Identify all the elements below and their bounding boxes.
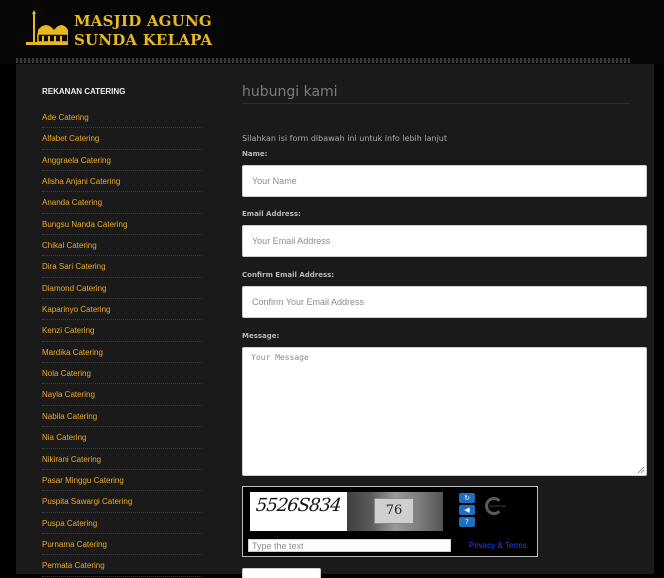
catering-list-item: Kenzi Catering [42,320,202,342]
captcha-input[interactable] [248,539,451,552]
catering-list-item: Diamond Catering [42,278,202,300]
logo-line-1: MASJID AGUNG [74,12,212,30]
captcha-code-text: 5526S834 [254,495,342,516]
captcha-help-icon[interactable]: ? [459,517,475,527]
catering-list-item: Mardika Catering [42,342,202,364]
catering-link[interactable]: Ananda Catering [42,198,102,207]
catering-list-item: Nabila Catering [42,406,202,428]
catering-link[interactable]: Nabila Catering [42,412,97,421]
header-divider [16,58,630,63]
catering-link[interactable]: Bungsu Nanda Catering [42,220,127,229]
catering-list-item: Dira Sari Catering [42,256,202,278]
catering-list: Ade Catering Alfabet Catering Anggraela Ca… [42,107,202,577]
name-label: Name: [242,150,268,158]
catering-list-item: Nayla Catering [42,384,202,406]
catering-link[interactable]: Purnama Catering [42,540,107,549]
mosque-logo-icon[interactable] [24,10,68,46]
catering-link[interactable]: Nola Catering [42,369,91,378]
catering-list-item: Bungsu Nanda Catering [42,214,202,236]
email-input[interactable] [242,225,647,257]
captcha-widget: 5526S834 76 ↻ ◀ ? reCAPTCHA Privacy & Te… [242,486,538,557]
catering-link[interactable]: Puspita Sawargi Catering [42,497,132,506]
catering-list-item: Nia Catering [42,427,202,449]
catering-link[interactable]: Anggraela Catering [42,156,111,165]
catering-list-item: Ade Catering [42,107,202,129]
recaptcha-logo-icon: reCAPTCHA [485,495,533,525]
message-label: Message: [242,332,280,340]
captcha-photo: 76 [347,492,443,531]
catering-list-item: Purnama Catering [42,534,202,556]
catering-list-item: Nikirani Catering [42,449,202,470]
sidebar-title: REKANAN CATERING [42,87,126,96]
catering-link[interactable]: Dira Sari Catering [42,262,106,271]
captcha-refresh-icon[interactable]: ↻ [459,493,475,503]
catering-link[interactable]: Nayla Catering [42,390,95,399]
message-textarea[interactable] [242,347,647,476]
catering-link[interactable]: Alfabet Catering [42,134,99,143]
site-header: MASJID AGUNG SUNDA KELAPA [0,0,664,64]
catering-list-item: Puspa Catering [42,513,202,534]
catering-link[interactable]: Chikal Catering [42,241,97,250]
catering-link[interactable]: Diamond Catering [42,284,106,293]
page-title: hubungi kami [242,84,338,101]
site-logo-text[interactable]: MASJID AGUNG SUNDA KELAPA [74,12,212,50]
logo-line-2: SUNDA KELAPA [74,31,213,49]
title-divider [242,103,630,104]
catering-list-item: Permata Catering [42,555,202,577]
catering-link[interactable]: Nia Catering [42,433,86,442]
catering-link[interactable]: Ade Catering [42,113,89,122]
catering-link[interactable]: Kaparinyo Catering [42,305,110,314]
captcha-audio-icon[interactable]: ◀ [459,505,475,515]
catering-link[interactable]: Pasar Minggu Catering [42,476,124,485]
confirm-email-input[interactable] [242,286,647,318]
catering-link[interactable]: Nikirani Catering [42,455,101,464]
confirm-email-label: Confirm Email Address: [242,271,335,279]
catering-link[interactable]: Mardika Catering [42,348,103,357]
form-intro-text: Silahkan isi form dibawah ini untuk info… [242,134,448,143]
resize-grip-icon[interactable] [637,466,645,474]
catering-link[interactable]: Kenzi Catering [42,326,94,335]
catering-link[interactable]: Permata Catering [42,561,105,570]
captcha-privacy-link[interactable]: Privacy & Terms [469,541,527,550]
catering-list-item: Nola Catering [42,363,202,385]
catering-list-item: Kaparinyo Catering [42,299,202,321]
captcha-image: 5526S834 76 [250,492,443,531]
submit-button[interactable] [242,568,321,578]
catering-list-item: Pasar Minggu Catering [42,470,202,492]
main-panel: REKANAN CATERING Ade Catering Alfabet Cat… [16,64,654,578]
catering-list-item: Ananda Catering [42,192,202,214]
catering-link[interactable]: Puspa Catering [42,519,97,528]
catering-list-item: Alfabet Catering [42,128,202,150]
catering-list-item: Chikal Catering [42,235,202,257]
catering-list-item: Anggraela Catering [42,150,202,172]
catering-link[interactable]: Alisha Anjani Catering [42,177,120,186]
catering-list-item: Alisha Anjani Catering [42,171,202,193]
name-input[interactable] [242,165,647,197]
catering-list-item: Puspita Sawargi Catering [42,491,202,513]
email-label: Email Address: [242,210,301,218]
captcha-photo-number: 76 [374,498,414,524]
